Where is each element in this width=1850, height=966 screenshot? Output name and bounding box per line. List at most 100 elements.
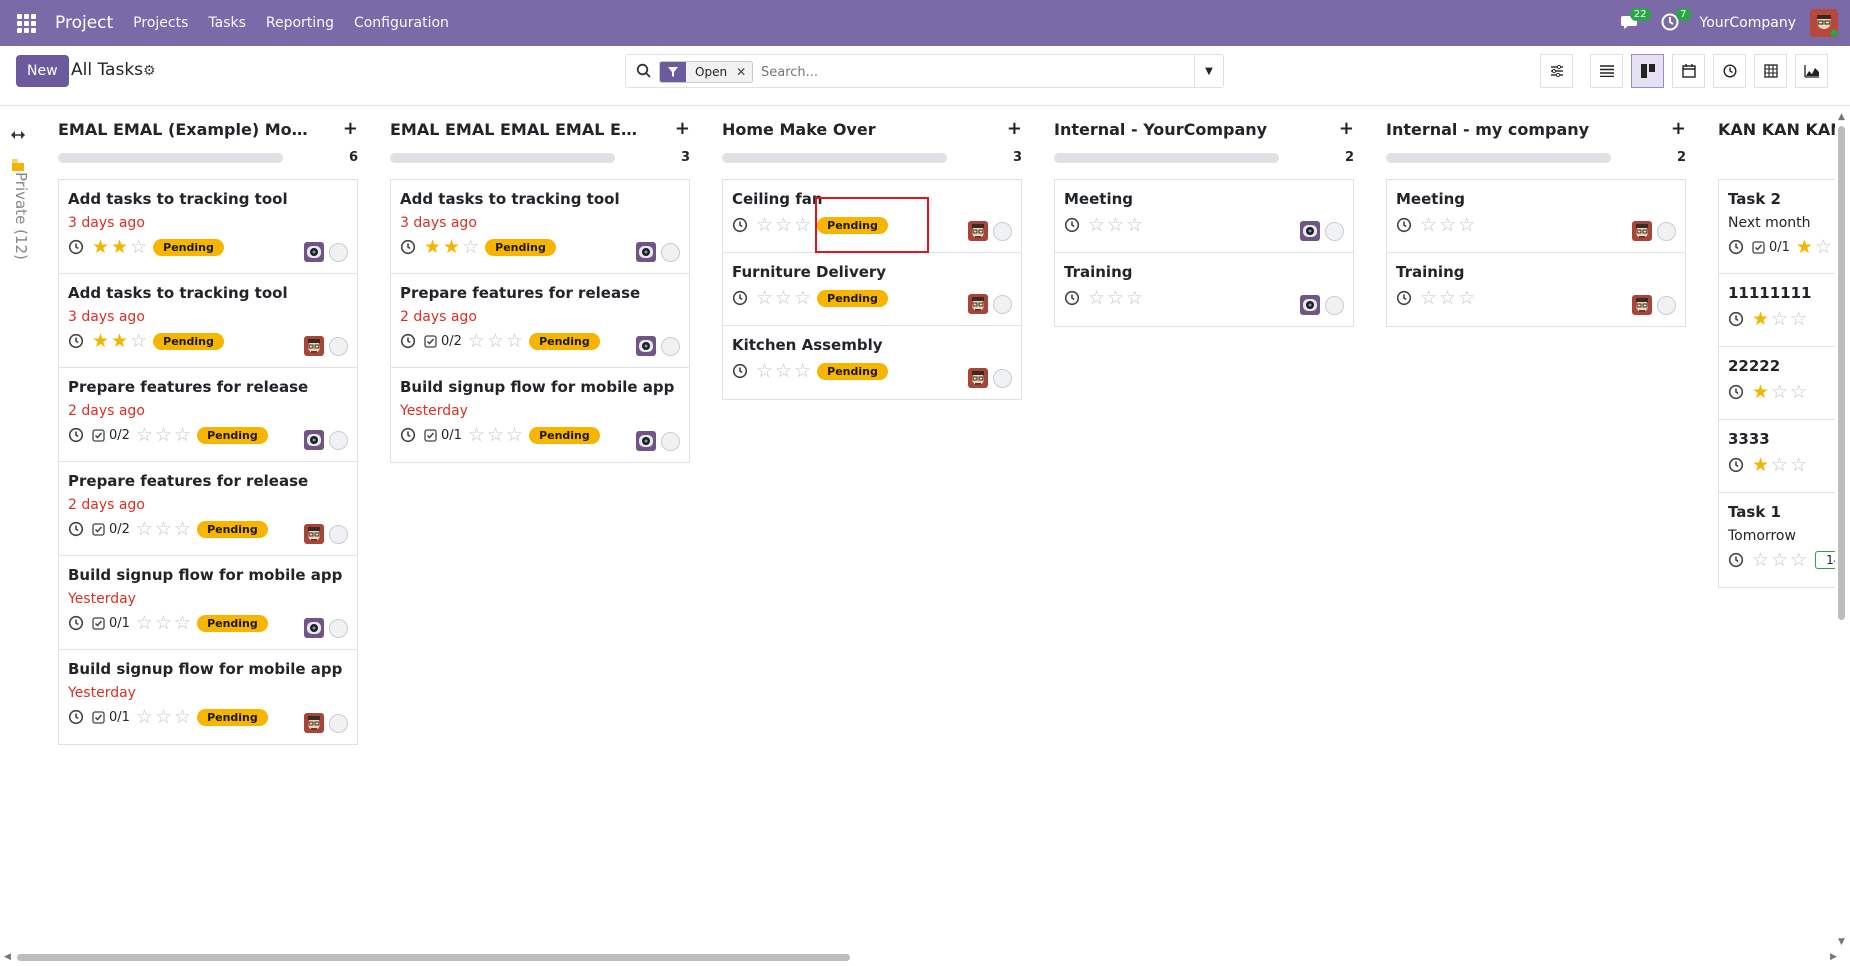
kanban-state-icon[interactable]	[329, 525, 348, 544]
task-card[interactable]: Meeting ☆ ☆ ☆	[1055, 180, 1353, 253]
task-card[interactable]: 3333 ★ ☆ ☆	[1719, 420, 1835, 493]
star-icon[interactable]: ☆	[1458, 215, 1475, 235]
assignee-avatar[interactable]	[636, 431, 656, 451]
star-icon[interactable]: ☆	[130, 331, 147, 351]
clock-icon[interactable]	[1064, 290, 1080, 306]
task-card[interactable]: Kitchen Assembly ☆ ☆ ☆ Pending	[723, 326, 1021, 399]
star-icon[interactable]: ☆	[1771, 309, 1788, 329]
task-card[interactable]: Meeting ☆ ☆ ☆	[1387, 180, 1685, 253]
scroll-down-icon[interactable]: ▼	[1838, 937, 1845, 947]
priority-stars[interactable]: ☆ ☆ ☆	[468, 331, 525, 351]
star-icon[interactable]: ☆	[136, 519, 153, 539]
folded-column-private[interactable]: Private (12)	[10, 172, 30, 262]
kanban-state-icon[interactable]	[661, 243, 680, 262]
clock-icon[interactable]	[732, 217, 748, 233]
star-icon[interactable]: ☆	[1088, 288, 1105, 308]
star-icon[interactable]: ☆	[174, 425, 191, 445]
assignee-avatar[interactable]	[968, 294, 988, 314]
assignee-avatar[interactable]	[968, 368, 988, 388]
activity-view-button[interactable]	[1713, 54, 1746, 88]
star-icon[interactable]: ☆	[1420, 288, 1437, 308]
scroll-left-icon[interactable]: ◀	[4, 952, 11, 962]
timer-badge[interactable]: 14:32	[1815, 551, 1835, 569]
assignee-avatar[interactable]	[968, 221, 988, 241]
search-options-dropdown[interactable]: ▼	[1194, 55, 1223, 87]
kanban-state-icon[interactable]	[1657, 222, 1676, 241]
assignee-avatar[interactable]	[636, 242, 656, 262]
app-name[interactable]: Project	[55, 13, 113, 33]
clock-icon[interactable]	[400, 333, 416, 349]
add-task-icon[interactable]: +	[343, 118, 358, 139]
kanban-state-icon[interactable]	[993, 369, 1012, 388]
priority-stars[interactable]: ☆ ☆ ☆	[756, 215, 813, 235]
task-card[interactable]: Training ☆ ☆ ☆	[1055, 253, 1353, 326]
gear-icon[interactable]: ⚙	[143, 63, 156, 79]
search-icon[interactable]	[636, 63, 652, 79]
clock-icon[interactable]	[1728, 311, 1744, 327]
assignee-avatar[interactable]	[304, 430, 324, 450]
clock-icon[interactable]	[1728, 552, 1744, 568]
clock-icon[interactable]	[1728, 239, 1744, 255]
clock-icon[interactable]	[68, 333, 84, 349]
star-icon[interactable]: ☆	[756, 288, 773, 308]
new-button[interactable]: New	[16, 55, 69, 87]
column-title[interactable]: Internal - YourCompany	[1054, 120, 1312, 139]
clock-icon[interactable]	[400, 239, 416, 255]
clock-icon[interactable]	[68, 427, 84, 443]
column-title[interactable]: KAN KAN KAN	[1718, 120, 1835, 139]
menu-projects[interactable]: Projects	[133, 15, 188, 31]
star-icon[interactable]: ★	[111, 237, 128, 257]
star-icon[interactable]: ☆	[1790, 309, 1807, 329]
task-card[interactable]: Add tasks to tracking tool 3 days ago ★ ★ ☆ P…	[59, 180, 357, 274]
star-icon[interactable]: ☆	[506, 425, 523, 445]
star-icon[interactable]: ★	[92, 331, 109, 351]
add-task-icon[interactable]: +	[1007, 118, 1022, 139]
company-switcher[interactable]: YourCompany	[1700, 15, 1797, 31]
clock-icon[interactable]	[68, 709, 84, 725]
priority-stars[interactable]: ☆ ☆ ☆	[468, 425, 525, 445]
star-icon[interactable]: ☆	[1126, 215, 1143, 235]
subtask-counter[interactable]: 0/1	[424, 428, 462, 443]
subtask-counter[interactable]: 0/2	[92, 428, 130, 443]
column-progress-bar[interactable]	[722, 153, 947, 163]
priority-stars[interactable]: ☆ ☆ ☆	[136, 425, 193, 445]
assignee-avatar[interactable]	[1300, 295, 1320, 315]
star-icon[interactable]: ☆	[1790, 550, 1807, 570]
filter-panel-toggle[interactable]	[1540, 54, 1573, 88]
clock-icon[interactable]	[1064, 217, 1080, 233]
priority-stars[interactable]: ★☆☆	[1752, 382, 1809, 402]
clock-icon[interactable]	[1396, 290, 1412, 306]
priority-stars[interactable]: ☆ ☆ ☆	[756, 288, 813, 308]
priority-stars[interactable]: ★ ★ ☆	[424, 237, 481, 257]
subtask-counter[interactable]: 0/2	[424, 334, 462, 349]
menu-configuration[interactable]: Configuration	[354, 15, 449, 31]
menu-tasks[interactable]: Tasks	[208, 15, 246, 31]
task-card[interactable]: Task 1Tomorrow☆☆☆14:32	[1719, 493, 1835, 587]
star-icon[interactable]: ☆	[794, 288, 811, 308]
star-icon[interactable]: ☆	[1439, 288, 1456, 308]
priority-stars[interactable]: ☆ ☆ ☆	[1088, 288, 1145, 308]
priority-stars[interactable]: ☆ ☆ ☆	[136, 519, 193, 539]
list-view-button[interactable]	[1590, 54, 1623, 88]
task-card[interactable]: Build signup flow for mobile app Yesterda…	[391, 368, 689, 462]
kanban-state-icon[interactable]	[993, 295, 1012, 314]
star-icon[interactable]: ☆	[174, 519, 191, 539]
star-icon[interactable]: ★	[1752, 309, 1769, 329]
star-icon[interactable]: ★	[92, 237, 109, 257]
horizontal-scrollbar[interactable]	[17, 954, 850, 961]
clock-icon[interactable]	[1728, 457, 1744, 473]
column-progress-bar[interactable]	[58, 153, 283, 163]
clock-icon[interactable]	[732, 290, 748, 306]
subtask-counter[interactable]: 0/1	[92, 616, 130, 631]
star-icon[interactable]: ☆	[1815, 237, 1832, 257]
star-icon[interactable]: ☆	[775, 361, 792, 381]
column-progress-bar[interactable]	[1054, 153, 1279, 163]
task-card[interactable]: 22222 ★ ☆ ☆	[1719, 347, 1835, 420]
star-icon[interactable]: ★	[443, 237, 460, 257]
priority-stars[interactable]: ☆ ☆ ☆	[756, 361, 813, 381]
star-icon[interactable]: ★	[1796, 237, 1813, 257]
task-card[interactable]: Add tasks to tracking tool 3 days ago ★ ★ ☆ P…	[59, 274, 357, 368]
star-icon[interactable]: ☆	[794, 215, 811, 235]
priority-stars[interactable]: ★☆☆	[1752, 455, 1809, 475]
star-icon[interactable]: ☆	[462, 237, 479, 257]
